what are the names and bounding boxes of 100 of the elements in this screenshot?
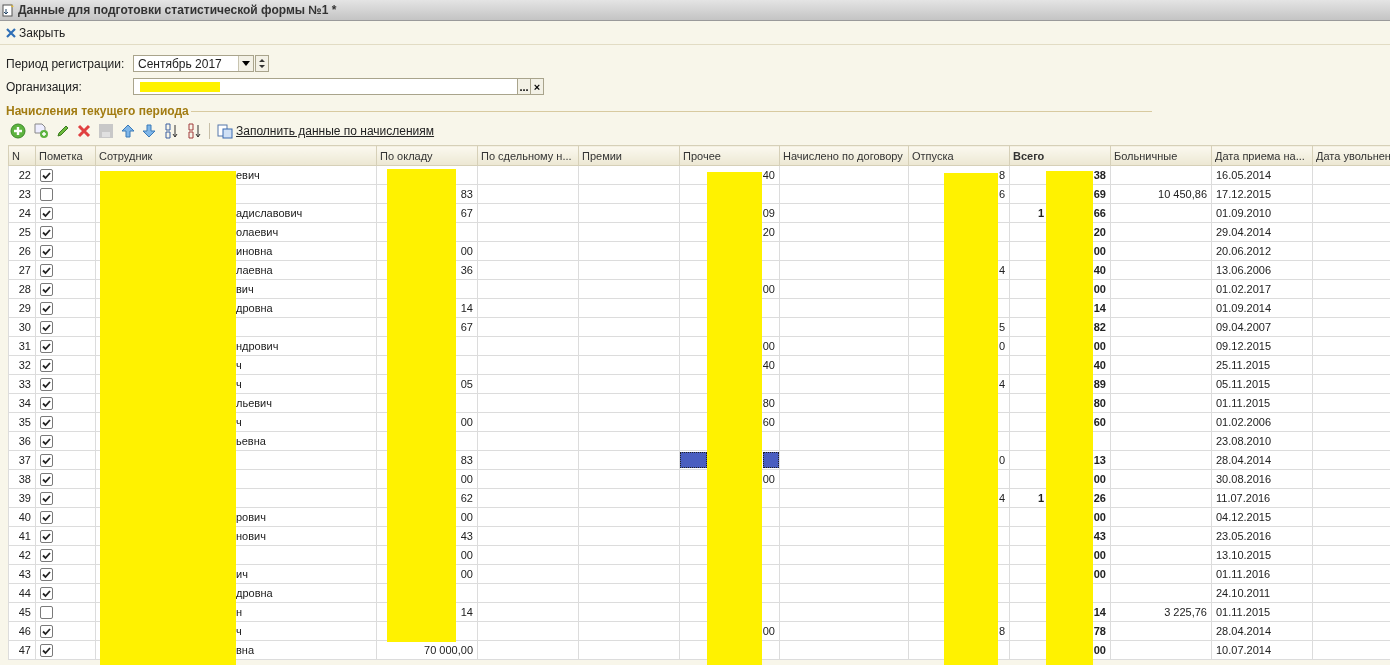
- table-cell: 20.06.2012: [1211, 241, 1313, 261]
- table-cell: 24: [8, 203, 36, 223]
- table-cell: 23.08.2010: [1211, 431, 1313, 451]
- spin-buttons[interactable]: [255, 55, 269, 72]
- table-cell: 13.10.2015: [1211, 545, 1313, 565]
- pencil-icon[interactable]: [56, 124, 70, 138]
- clear-button[interactable]: ×: [530, 78, 544, 95]
- table-cell: 25: [8, 222, 36, 242]
- cell-text: 1: [1038, 207, 1045, 219]
- table-cell: 01.02.2006: [1211, 412, 1313, 432]
- table-cell: 30: [8, 317, 36, 337]
- dropdown-arrow-icon[interactable]: [242, 61, 250, 66]
- column-header[interactable]: Больничные: [1110, 145, 1212, 166]
- table-cell: 29.04.2014: [1211, 222, 1313, 242]
- close-icon: [6, 27, 16, 38]
- checkbox[interactable]: [40, 320, 53, 334]
- column-header[interactable]: По сдельному н...: [477, 145, 579, 166]
- checkbox[interactable]: [40, 491, 53, 505]
- checkbox[interactable]: [40, 301, 53, 315]
- table-cell: 23.05.2016: [1211, 526, 1313, 546]
- checkbox[interactable]: [40, 453, 53, 467]
- checkbox[interactable]: [40, 415, 53, 429]
- checkbox[interactable]: [40, 510, 53, 524]
- sort-descending-icon[interactable]: [186, 123, 202, 139]
- column-header[interactable]: Всего: [1009, 145, 1111, 166]
- close-button[interactable]: Закрыть: [4, 23, 68, 42]
- column-header[interactable]: По окладу: [376, 145, 478, 166]
- checkbox[interactable]: [40, 168, 53, 182]
- table-cell: 10.07.2014: [1211, 640, 1313, 660]
- add-icon[interactable]: [10, 123, 26, 139]
- table-cell: 09.04.2007: [1211, 317, 1313, 337]
- column-header[interactable]: Пометка: [35, 145, 96, 166]
- column-header[interactable]: Начислено по договору: [779, 145, 909, 166]
- checkbox[interactable]: [40, 567, 53, 581]
- checkbox[interactable]: [40, 472, 53, 486]
- table-cell: 29: [8, 298, 36, 318]
- table-cell: 3 225,76: [1110, 602, 1212, 622]
- column-header[interactable]: Сотрудник: [95, 145, 377, 166]
- window-title: Данные для подготовки статистической формы №1 *: [18, 3, 337, 17]
- column-header[interactable]: Премии: [578, 145, 680, 166]
- table-cell: 01.11.2015: [1211, 602, 1313, 622]
- table-cell: 25.11.2015: [1211, 355, 1313, 375]
- table-cell: 30.08.2016: [1211, 469, 1313, 489]
- table-cell: 01.09.2014: [1211, 298, 1313, 318]
- table-cell: 05.11.2015: [1211, 374, 1313, 394]
- sort-ascending-icon[interactable]: [163, 123, 179, 139]
- table-cell: 34: [8, 393, 36, 413]
- up-arrow-icon[interactable]: [121, 124, 135, 138]
- organization-field[interactable]: [133, 78, 518, 95]
- table-cell: 31: [8, 336, 36, 356]
- table-cell: 45: [8, 602, 36, 622]
- column-header[interactable]: N: [8, 145, 36, 166]
- checkbox[interactable]: [40, 529, 53, 543]
- column-header[interactable]: Прочее: [679, 145, 780, 166]
- checkbox[interactable]: [40, 586, 53, 600]
- form-icon: [2, 3, 14, 17]
- checkbox[interactable]: [40, 282, 53, 296]
- column-header[interactable]: Дата приема на...: [1211, 145, 1313, 166]
- checkbox[interactable]: [40, 358, 53, 372]
- checkbox[interactable]: [40, 643, 53, 657]
- checkbox[interactable]: [40, 605, 53, 619]
- fill-data-link[interactable]: Заполнить данные по начислениям: [236, 124, 435, 138]
- table-cell: 39: [8, 488, 36, 508]
- field-label: Организация:: [6, 79, 83, 94]
- column-header[interactable]: Дата увольнен: [1312, 145, 1390, 166]
- checkbox[interactable]: [40, 396, 53, 410]
- checkbox[interactable]: [40, 206, 53, 220]
- fill-data-icon[interactable]: [217, 123, 233, 139]
- period-field[interactable]: Сентябрь 2017: [133, 55, 254, 72]
- table-cell: 23: [8, 184, 36, 204]
- browse-button[interactable]: ...: [517, 78, 531, 95]
- checkbox[interactable]: [40, 377, 53, 391]
- cell-text: 26: [1093, 492, 1106, 504]
- down-arrow-icon[interactable]: [142, 124, 156, 138]
- checkbox[interactable]: [40, 548, 53, 562]
- delete-icon[interactable]: [77, 124, 91, 138]
- table-cell: 44: [8, 583, 36, 603]
- table-cell: 10 450,86: [1110, 184, 1212, 204]
- table-cell: 46: [8, 621, 36, 641]
- column-header[interactable]: Отпуска: [908, 145, 1010, 166]
- table-cell: 17.12.2015: [1211, 184, 1313, 204]
- checkbox[interactable]: [40, 225, 53, 239]
- checkbox[interactable]: [40, 244, 53, 258]
- table-cell: 42: [8, 545, 36, 565]
- field-label: Период регистрации:: [6, 56, 126, 71]
- table-cell: 22: [8, 165, 36, 185]
- table-cell: 38: [8, 469, 36, 489]
- table-cell: 11.07.2016: [1211, 488, 1313, 508]
- checkbox[interactable]: [40, 434, 53, 448]
- checkbox[interactable]: [40, 624, 53, 638]
- table-cell: 40: [8, 507, 36, 527]
- checkbox[interactable]: [40, 187, 53, 201]
- checkbox[interactable]: [40, 339, 53, 353]
- table-cell: 43: [8, 564, 36, 584]
- table-cell: 37: [8, 450, 36, 470]
- table-cell: 41: [8, 526, 36, 546]
- table-cell: 01.02.2017: [1211, 279, 1313, 299]
- table-cell: 28.04.2014: [1211, 450, 1313, 470]
- table-cell: 33: [8, 374, 36, 394]
- checkbox[interactable]: [40, 263, 53, 277]
